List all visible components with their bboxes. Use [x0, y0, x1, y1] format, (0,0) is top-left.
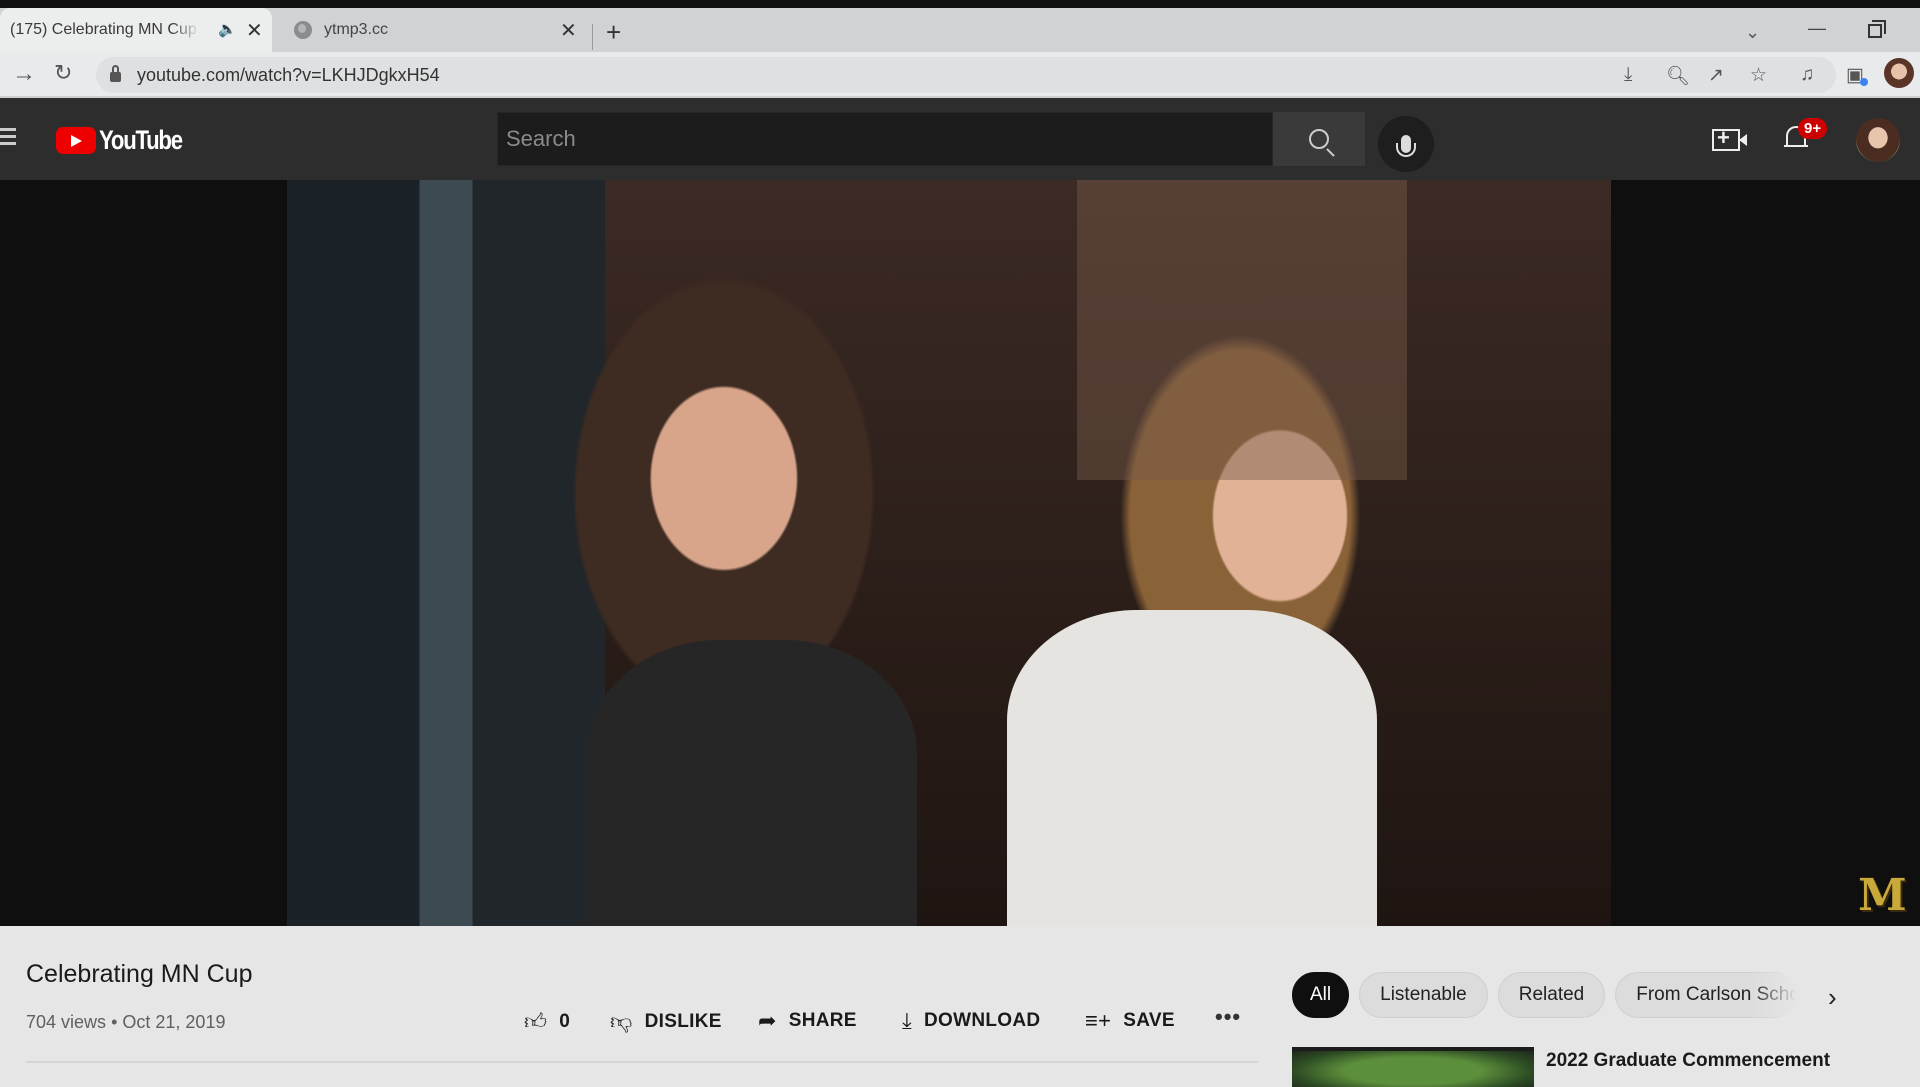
suggestion-title[interactable]: 2022 Graduate Commencement: [1546, 1050, 1830, 1072]
divider: [26, 1061, 1258, 1063]
create-video-icon[interactable]: [1712, 125, 1747, 151]
share-label: SHARE: [788, 1010, 857, 1031]
close-tab-icon[interactable]: ✕: [560, 18, 577, 43]
view-count: 704 views: [26, 1012, 107, 1032]
tab-search-chevron-icon[interactable]: ⌄: [1745, 22, 1760, 43]
filter-chips: All Listenable Related From Carlson Scho…: [1292, 972, 1798, 1018]
url-text[interactable]: youtube.com/watch?v=LKHJDgkxH54: [137, 65, 440, 86]
like-count: 0: [559, 1010, 571, 1032]
share-arrow-icon: ➦: [758, 1008, 777, 1033]
thumbs-up-icon: 👍︎: [524, 1009, 548, 1034]
video-person-right: [1007, 610, 1377, 926]
close-tab-icon[interactable]: ✕: [246, 18, 263, 43]
media-control-icon[interactable]: ♫: [1800, 64, 1814, 86]
video-info-section: Celebrating MN Cup 704 views • Oct 21, 2…: [0, 926, 1920, 1087]
star-icon[interactable]: ☆: [1750, 64, 1767, 87]
video-title: Celebrating MN Cup: [26, 960, 253, 988]
minimize-icon[interactable]: —: [1808, 18, 1826, 39]
browser-toolbar: → ↻ youtube.com/watch?v=LKHJDgkxH54 ⤓ 🔍︎…: [0, 52, 1920, 98]
voice-search-button[interactable]: [1378, 116, 1434, 172]
save-button[interactable]: ≡+ SAVE: [1085, 1008, 1175, 1034]
youtube-wordmark: YouTube: [99, 125, 183, 155]
account-avatar[interactable]: [1856, 118, 1900, 162]
upload-date: Oct 21, 2019: [122, 1012, 226, 1032]
chip-from-carlson[interactable]: From Carlson School of Management: [1615, 972, 1798, 1018]
video-background-panel: [1077, 180, 1407, 480]
notification-badge: 9+: [1798, 118, 1828, 139]
download-label: DOWNLOAD: [924, 1010, 1041, 1031]
address-bar[interactable]: youtube.com/watch?v=LKHJDgkxH54: [96, 57, 1836, 93]
tab-separator: [592, 24, 593, 50]
tab-youtube[interactable]: (175) Celebrating MN Cup - YouTube 🔈 ✕: [0, 8, 272, 52]
tab-title: (175) Celebrating MN Cup - YouTube: [10, 21, 200, 38]
speaker-icon[interactable]: 🔈: [218, 20, 237, 38]
lock-icon[interactable]: [110, 65, 121, 82]
tab-strip: (175) Celebrating MN Cup - YouTube 🔈 ✕ y…: [0, 8, 1920, 52]
side-panel-icon[interactable]: ▣: [1846, 64, 1868, 87]
video-person-left: [587, 640, 917, 926]
more-actions-button[interactable]: •••: [1215, 1004, 1241, 1030]
search-icon: [1309, 129, 1329, 149]
menu-icon[interactable]: [0, 128, 16, 146]
tab-title: ytmp3.cc: [324, 21, 389, 38]
youtube-play-icon: [56, 127, 96, 154]
chip-related[interactable]: Related: [1497, 972, 1606, 1018]
download-icon: ⤓: [902, 1008, 913, 1033]
chip-listenable[interactable]: Listenable: [1359, 972, 1488, 1018]
notification-dot: [1860, 78, 1868, 86]
youtube-logo[interactable]: YouTube: [56, 125, 200, 156]
dislike-label: DISLIKE: [644, 1010, 722, 1032]
thumbs-down-icon: 👎︎: [610, 1009, 633, 1034]
search-button[interactable]: [1273, 112, 1365, 166]
zoom-icon[interactable]: 🔍︎: [1666, 64, 1690, 88]
chip-all[interactable]: All: [1292, 972, 1350, 1018]
install-icon[interactable]: ⤓: [1624, 64, 1632, 86]
restore-window-icon[interactable]: [1868, 20, 1886, 38]
dislike-button[interactable]: 👎︎ DISLIKE: [610, 1008, 722, 1035]
globe-icon: [294, 21, 312, 39]
reload-icon[interactable]: ↻: [54, 60, 72, 86]
chevron-right-icon[interactable]: ›: [1828, 982, 1837, 1013]
video-player[interactable]: M: [0, 180, 1920, 926]
microphone-icon: [1396, 135, 1416, 157]
playlist-add-icon: ≡+: [1085, 1008, 1112, 1033]
forward-arrow-icon[interactable]: →: [12, 60, 36, 88]
channel-watermark-logo[interactable]: M: [1858, 870, 1907, 921]
video-meta: 704 views • Oct 21, 2019: [26, 1012, 225, 1033]
search-box[interactable]: [497, 112, 1273, 166]
search-input[interactable]: [498, 113, 1272, 165]
window-top-edge: [0, 0, 1920, 8]
new-tab-button[interactable]: +: [606, 19, 621, 45]
download-button[interactable]: ⤓ DOWNLOAD: [902, 1008, 1040, 1034]
profile-avatar[interactable]: [1884, 58, 1914, 88]
share-icon[interactable]: ↗: [1708, 64, 1724, 87]
video-frame[interactable]: [287, 180, 1611, 926]
meta-separator: •: [111, 1012, 118, 1032]
like-button[interactable]: 👍︎ 0: [524, 1008, 570, 1035]
suggestion-thumbnail[interactable]: [1292, 1047, 1534, 1087]
save-label: SAVE: [1123, 1010, 1175, 1031]
tab-ytmp3[interactable]: ytmp3.cc ✕: [280, 8, 590, 52]
youtube-header: YouTube 9+: [0, 98, 1920, 180]
share-button[interactable]: ➦ SHARE: [758, 1008, 857, 1034]
